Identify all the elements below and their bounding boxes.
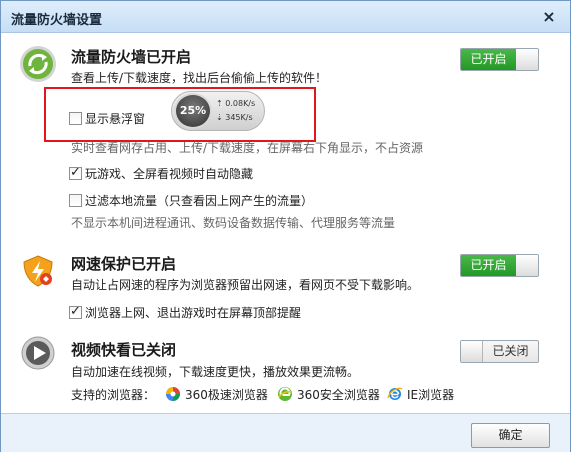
browser-remind-label: 浏览器上网、退出游戏时在屏幕顶部提醒 [85, 306, 302, 320]
firewall-heading: 流量防火墙已开启 [71, 48, 192, 66]
filter-local-checkbox[interactable] [69, 194, 82, 207]
supported-browsers-label: 支持的浏览器： [71, 388, 156, 402]
firewall-icon [20, 46, 56, 82]
filter-local-label: 过滤本地流量（只查看因上网产生的流量） [85, 194, 314, 208]
firewall-toggle[interactable]: 已开启 [460, 48, 539, 71]
speed-shield-icon [23, 255, 53, 287]
browser-ie: IE浏览器 [387, 386, 454, 403]
auto-hide-label: 玩游戏、全屏看视频时自动隐藏 [85, 167, 254, 181]
toggle-knob [461, 341, 483, 362]
auto-hide-checkbox[interactable] [69, 165, 82, 180]
close-button[interactable]: × [540, 8, 558, 26]
video-play-icon [21, 336, 55, 370]
speed-protect-toggle[interactable]: 已开启 [460, 254, 539, 277]
float-window-hint: 实时查看网存占用、上传/下载速度，在屏幕右下角显示，不占资源 [71, 141, 424, 155]
window-title: 流量防火墙设置 [11, 13, 103, 28]
360-speed-browser-icon [166, 387, 180, 401]
filter-local-hint: 不显示本机间进程通讯、数码设备数据传输、代理服务等流量 [71, 216, 396, 230]
speed-protect-desc: 自动让占网速的程序为浏览器预留出网速，看网页不受下载影响。 [71, 278, 420, 292]
browser-remind-checkbox[interactable] [69, 304, 82, 319]
browser-name: 360极速浏览器 [185, 388, 268, 402]
highlight-outline [44, 87, 316, 142]
video-toggle-label: 已关闭 [483, 341, 538, 362]
firewall-toggle-label: 已开启 [461, 49, 517, 70]
firewall-subtitle: 查看上传/下载速度，找出后台偷偷上传的软件！ [71, 71, 328, 85]
ok-button[interactable]: 确定 [471, 423, 550, 448]
360-safe-browser-icon [278, 387, 293, 401]
video-desc: 自动加速在线视频，下载速度更快，播放效果更流畅。 [71, 365, 360, 379]
video-toggle[interactable]: 已关闭 [460, 340, 539, 363]
browser-name: IE浏览器 [407, 388, 455, 402]
dialog-footer: 确定 [1, 413, 570, 452]
settings-window: 流量防火墙设置 × 流量防火墙已开启 查看上传/下载速度，找出后台偷偷上传的软件… [0, 0, 571, 452]
speed-protect-toggle-label: 已开启 [461, 255, 517, 276]
ie-browser-icon [387, 387, 403, 400]
browser-name: 360安全浏览器 [297, 388, 380, 402]
toggle-knob [516, 255, 538, 276]
speed-protect-heading: 网速保护已开启 [71, 255, 177, 273]
toggle-knob [516, 49, 538, 70]
browser-360-speed: 360极速浏览器 [165, 386, 268, 403]
title-bar[interactable]: 流量防火墙设置 × [1, 1, 570, 33]
browser-360-safe: 360安全浏览器 [277, 386, 380, 403]
video-heading: 视频快看已关闭 [71, 341, 177, 359]
